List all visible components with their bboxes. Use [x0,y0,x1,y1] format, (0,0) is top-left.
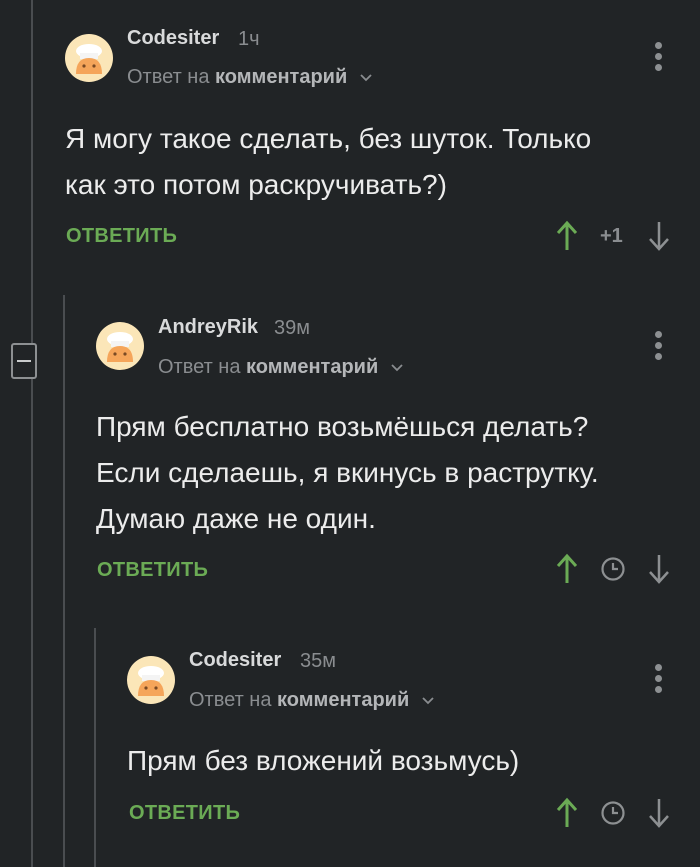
thread-line-root [31,0,33,867]
reply-prefix: Ответ на [127,66,210,88]
reply-button[interactable]: ОТВЕТИТЬ [97,559,208,582]
clock-icon [601,801,625,825]
thread-line-level3 [94,628,96,867]
comment-author[interactable]: Codesiter [127,27,219,50]
avatar-chef-icon [107,332,133,362]
comment-text: Прям бесплатно возьмёшься делать? Если с… [96,404,599,542]
arrow-up-icon[interactable] [555,797,579,829]
clock-icon [601,557,625,581]
comment-time: 1ч [238,28,260,50]
reply-reference[interactable]: Ответ на комментарий [158,356,404,379]
arrow-down-icon[interactable] [647,553,671,585]
avatar[interactable] [127,656,175,704]
avatar-chef-icon [76,44,102,74]
chevron-down-icon[interactable] [390,363,404,373]
avatar-chef-icon [138,666,164,696]
comment-text-line: Прям бесплатно возьмёшься делать? [96,411,589,442]
comment-text-line: Я могу такое сделать, без шуток. Только [65,123,592,154]
comment-author[interactable]: AndreyRik [158,316,258,339]
collapse-minus-icon [17,360,31,362]
kebab-menu-icon[interactable] [655,664,663,697]
arrow-down-icon[interactable] [647,220,671,252]
comment-text: Прям без вложений возьмусь) [127,738,519,784]
comment-text: Я могу такое сделать, без шуток. Только … [65,116,591,208]
chevron-down-icon[interactable] [421,696,435,706]
kebab-menu-icon[interactable] [655,331,663,364]
comment-text-line: как это потом раскручивать?) [65,169,447,200]
reply-target-link[interactable]: комментарий [215,66,347,88]
thread-line-level2 [63,295,65,867]
comment-text-line: Думаю даже не один. [96,503,376,534]
reply-reference[interactable]: Ответ на комментарий [189,689,435,712]
comment-text-line: Прям без вложений возьмусь) [127,745,520,776]
comment-time: 35м [300,650,336,672]
comment-time: 39м [274,317,310,339]
arrow-up-icon[interactable] [555,220,579,252]
collapse-thread-button[interactable] [11,343,37,379]
arrow-up-icon[interactable] [555,553,579,585]
reply-reference[interactable]: Ответ на комментарий [127,66,373,89]
reply-button[interactable]: ОТВЕТИТЬ [129,802,240,825]
chevron-down-icon[interactable] [359,73,373,83]
kebab-menu-icon[interactable] [655,42,663,75]
reply-button[interactable]: ОТВЕТИТЬ [66,225,177,248]
reply-prefix: Ответ на [189,689,272,711]
comment-text-line: Если сделаешь, я вкинусь в раструтку. [96,457,599,488]
avatar[interactable] [65,34,113,82]
reply-target-link[interactable]: комментарий [277,689,409,711]
reply-target-link[interactable]: комментарий [246,356,378,378]
reply-prefix: Ответ на [158,356,241,378]
arrow-down-icon[interactable] [647,797,671,829]
comment-author[interactable]: Codesiter [189,649,281,672]
avatar[interactable] [96,322,144,370]
vote-score: +1 [600,225,623,247]
